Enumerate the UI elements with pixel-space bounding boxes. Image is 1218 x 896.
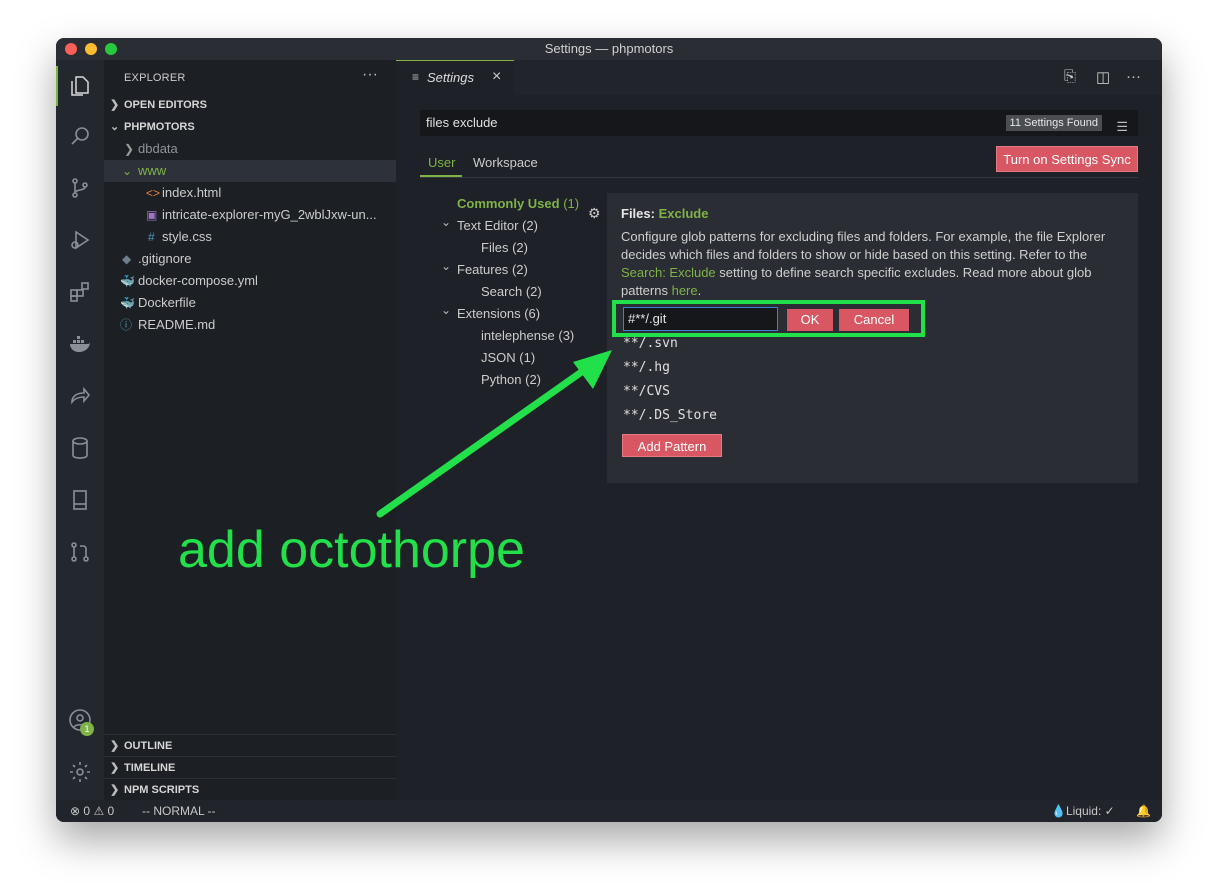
vscode-window: Settings — phpmotors 1 EXPLORER ··· ❯ OP…: [56, 38, 1162, 822]
notifications-icon[interactable]: 🔔: [1136, 800, 1151, 822]
tree-item-dbdata[interactable]: ❯ dbdata: [104, 138, 396, 160]
search-exclude-link[interactable]: Search: Exclude: [621, 265, 716, 280]
chevron-down-icon: ⌄: [110, 121, 120, 133]
zoom-window-button[interactable]: [105, 43, 117, 55]
toc-files[interactable]: Files (2): [481, 237, 528, 259]
tab-bar: ≡ Settings × ⎘ ◫ ···: [396, 60, 1162, 95]
chevron-right-icon: ❯: [110, 740, 120, 752]
setting-title: Files: Exclude: [621, 206, 709, 221]
docker-compose-icon: 🐳: [120, 274, 135, 288]
explorer-sidebar: EXPLORER ··· ❯ OPEN EDITORS ⌄ PHPMOTORS ❯ …: [104, 60, 396, 800]
image-file-icon: ▣: [146, 208, 158, 222]
git-file-icon: ◆: [122, 252, 132, 266]
chevron-down-icon: ⌄: [122, 164, 133, 178]
project-section[interactable]: ⌄ PHPMOTORS: [104, 116, 396, 138]
tree-item-style-css[interactable]: # style.css: [104, 226, 396, 248]
tab-user[interactable]: User: [428, 155, 455, 170]
close-tab-icon[interactable]: ×: [492, 68, 501, 86]
liquid-status[interactable]: 💧Liquid: ✓: [1051, 800, 1115, 822]
toc-commonly-used[interactable]: Commonly Used (1): [457, 193, 579, 215]
close-window-button[interactable]: [65, 43, 77, 55]
annotation-text: add octothorpe: [178, 521, 525, 579]
tree-item-index-html[interactable]: <> index.html: [104, 182, 396, 204]
tab-workspace[interactable]: Workspace: [473, 155, 538, 170]
accounts-icon[interactable]: 1: [68, 708, 94, 736]
open-editors-section[interactable]: ❯ OPEN EDITORS: [104, 94, 396, 116]
database-icon[interactable]: [68, 436, 92, 460]
accounts-badge: 1: [80, 722, 94, 736]
warning-icon: ⚠: [93, 804, 105, 818]
settings-gear-icon[interactable]: [68, 760, 92, 784]
settings-file-icon: ≡: [412, 70, 420, 84]
setting-description: Configure glob patterns for excluding fi…: [621, 229, 1106, 298]
toc-features[interactable]: Features (2): [457, 259, 528, 281]
window-title: Settings — phpmotors: [544, 41, 674, 56]
tree-item-gitignore[interactable]: ◆ .gitignore: [104, 248, 396, 270]
html-file-icon: <>: [146, 186, 161, 200]
toc-json[interactable]: JSON (1): [481, 347, 535, 369]
remote-explorer-icon[interactable]: [68, 488, 92, 512]
more-actions-icon[interactable]: ···: [1126, 68, 1141, 85]
chevron-right-icon: ❯: [110, 762, 120, 774]
explorer-header: EXPLORER: [124, 72, 186, 84]
explorer-icon[interactable]: [68, 74, 92, 98]
timeline-section[interactable]: ❯ TIMELINE: [104, 756, 396, 778]
add-pattern-button[interactable]: Add Pattern: [622, 434, 722, 457]
status-bar: ⊗ 0 ⚠ 0 -- NORMAL -- 💧Liquid: ✓ 🔔: [56, 800, 1162, 822]
highlight-box: [612, 300, 925, 337]
css-file-icon: #: [148, 230, 155, 244]
problems-status[interactable]: ⊗ 0 ⚠ 0: [70, 800, 114, 822]
setting-gear-icon[interactable]: ⚙: [588, 205, 601, 222]
turn-on-settings-sync-button[interactable]: Turn on Settings Sync: [996, 146, 1138, 172]
chevron-down-icon: ⌄: [441, 259, 452, 273]
vim-mode: -- NORMAL --: [142, 804, 216, 818]
pattern-item[interactable]: **/.DS_Store: [623, 408, 717, 423]
settings-search-input[interactable]: files exclude 11 Settings Found ☰: [420, 110, 1138, 136]
tab-settings[interactable]: ≡ Settings ×: [396, 60, 514, 95]
docker-icon[interactable]: [68, 332, 92, 356]
toc-python[interactable]: Python (2): [481, 369, 541, 391]
extensions-icon[interactable]: [68, 280, 92, 304]
toc-intelephense[interactable]: intelephense (3): [481, 325, 574, 347]
split-editor-icon[interactable]: ◫: [1096, 68, 1110, 86]
activity-bar: 1: [56, 60, 104, 800]
pattern-item[interactable]: **/.hg: [623, 360, 670, 375]
chevron-right-icon: ❯: [124, 142, 135, 156]
dockerfile-icon: 🐳: [120, 296, 135, 310]
here-link[interactable]: here: [672, 283, 698, 298]
chevron-right-icon: ❯: [110, 784, 120, 796]
chevron-down-icon: ⌄: [441, 215, 452, 229]
open-settings-json-icon[interactable]: ⎘: [1064, 68, 1076, 85]
pull-requests-icon[interactable]: [68, 540, 92, 564]
toc-extensions[interactable]: Extensions (6): [457, 303, 540, 325]
minimize-window-button[interactable]: [85, 43, 97, 55]
tree-item-dockerfile[interactable]: 🐳 Dockerfile: [104, 292, 396, 314]
files-exclude-setting: Files: Exclude Configure glob patterns f…: [607, 193, 1138, 483]
tree-item-image[interactable]: ▣ intricate-explorer-myG_2wblJxw-un...: [104, 204, 396, 226]
search-icon[interactable]: [68, 124, 92, 148]
pattern-item[interactable]: **/.svn: [623, 336, 678, 351]
chevron-down-icon: ⌄: [441, 303, 452, 317]
toc-text-editor[interactable]: Text Editor (2): [457, 215, 538, 237]
tree-item-www[interactable]: ⌄ www: [104, 160, 396, 182]
outline-section[interactable]: ❯ OUTLINE: [104, 734, 396, 756]
chevron-right-icon: ❯: [110, 99, 120, 111]
error-icon: ⊗: [70, 804, 81, 818]
scope-active-indicator: [420, 175, 462, 177]
settings-found-badge: 11 Settings Found: [1005, 115, 1102, 131]
run-debug-icon[interactable]: [68, 228, 92, 252]
clear-filter-icon[interactable]: ☰: [1116, 114, 1128, 140]
settings-editor: ≡ Settings × ⎘ ◫ ··· files exclude 11 Se…: [396, 60, 1162, 800]
toc-search[interactable]: Search (2): [481, 281, 542, 303]
npm-scripts-section[interactable]: ❯ NPM SCRIPTS: [104, 778, 396, 800]
title-bar: Settings — phpmotors: [56, 38, 1162, 60]
pattern-item[interactable]: **/CVS: [623, 384, 670, 399]
source-control-icon[interactable]: [68, 176, 92, 200]
scope-divider: [420, 177, 1138, 178]
tree-item-readme[interactable]: ⓘ README.md: [104, 314, 396, 336]
explorer-more-button[interactable]: ···: [362, 66, 378, 84]
tree-item-docker-compose[interactable]: 🐳 docker-compose.yml: [104, 270, 396, 292]
info-icon: ⓘ: [120, 318, 133, 332]
live-share-icon[interactable]: [68, 384, 92, 408]
